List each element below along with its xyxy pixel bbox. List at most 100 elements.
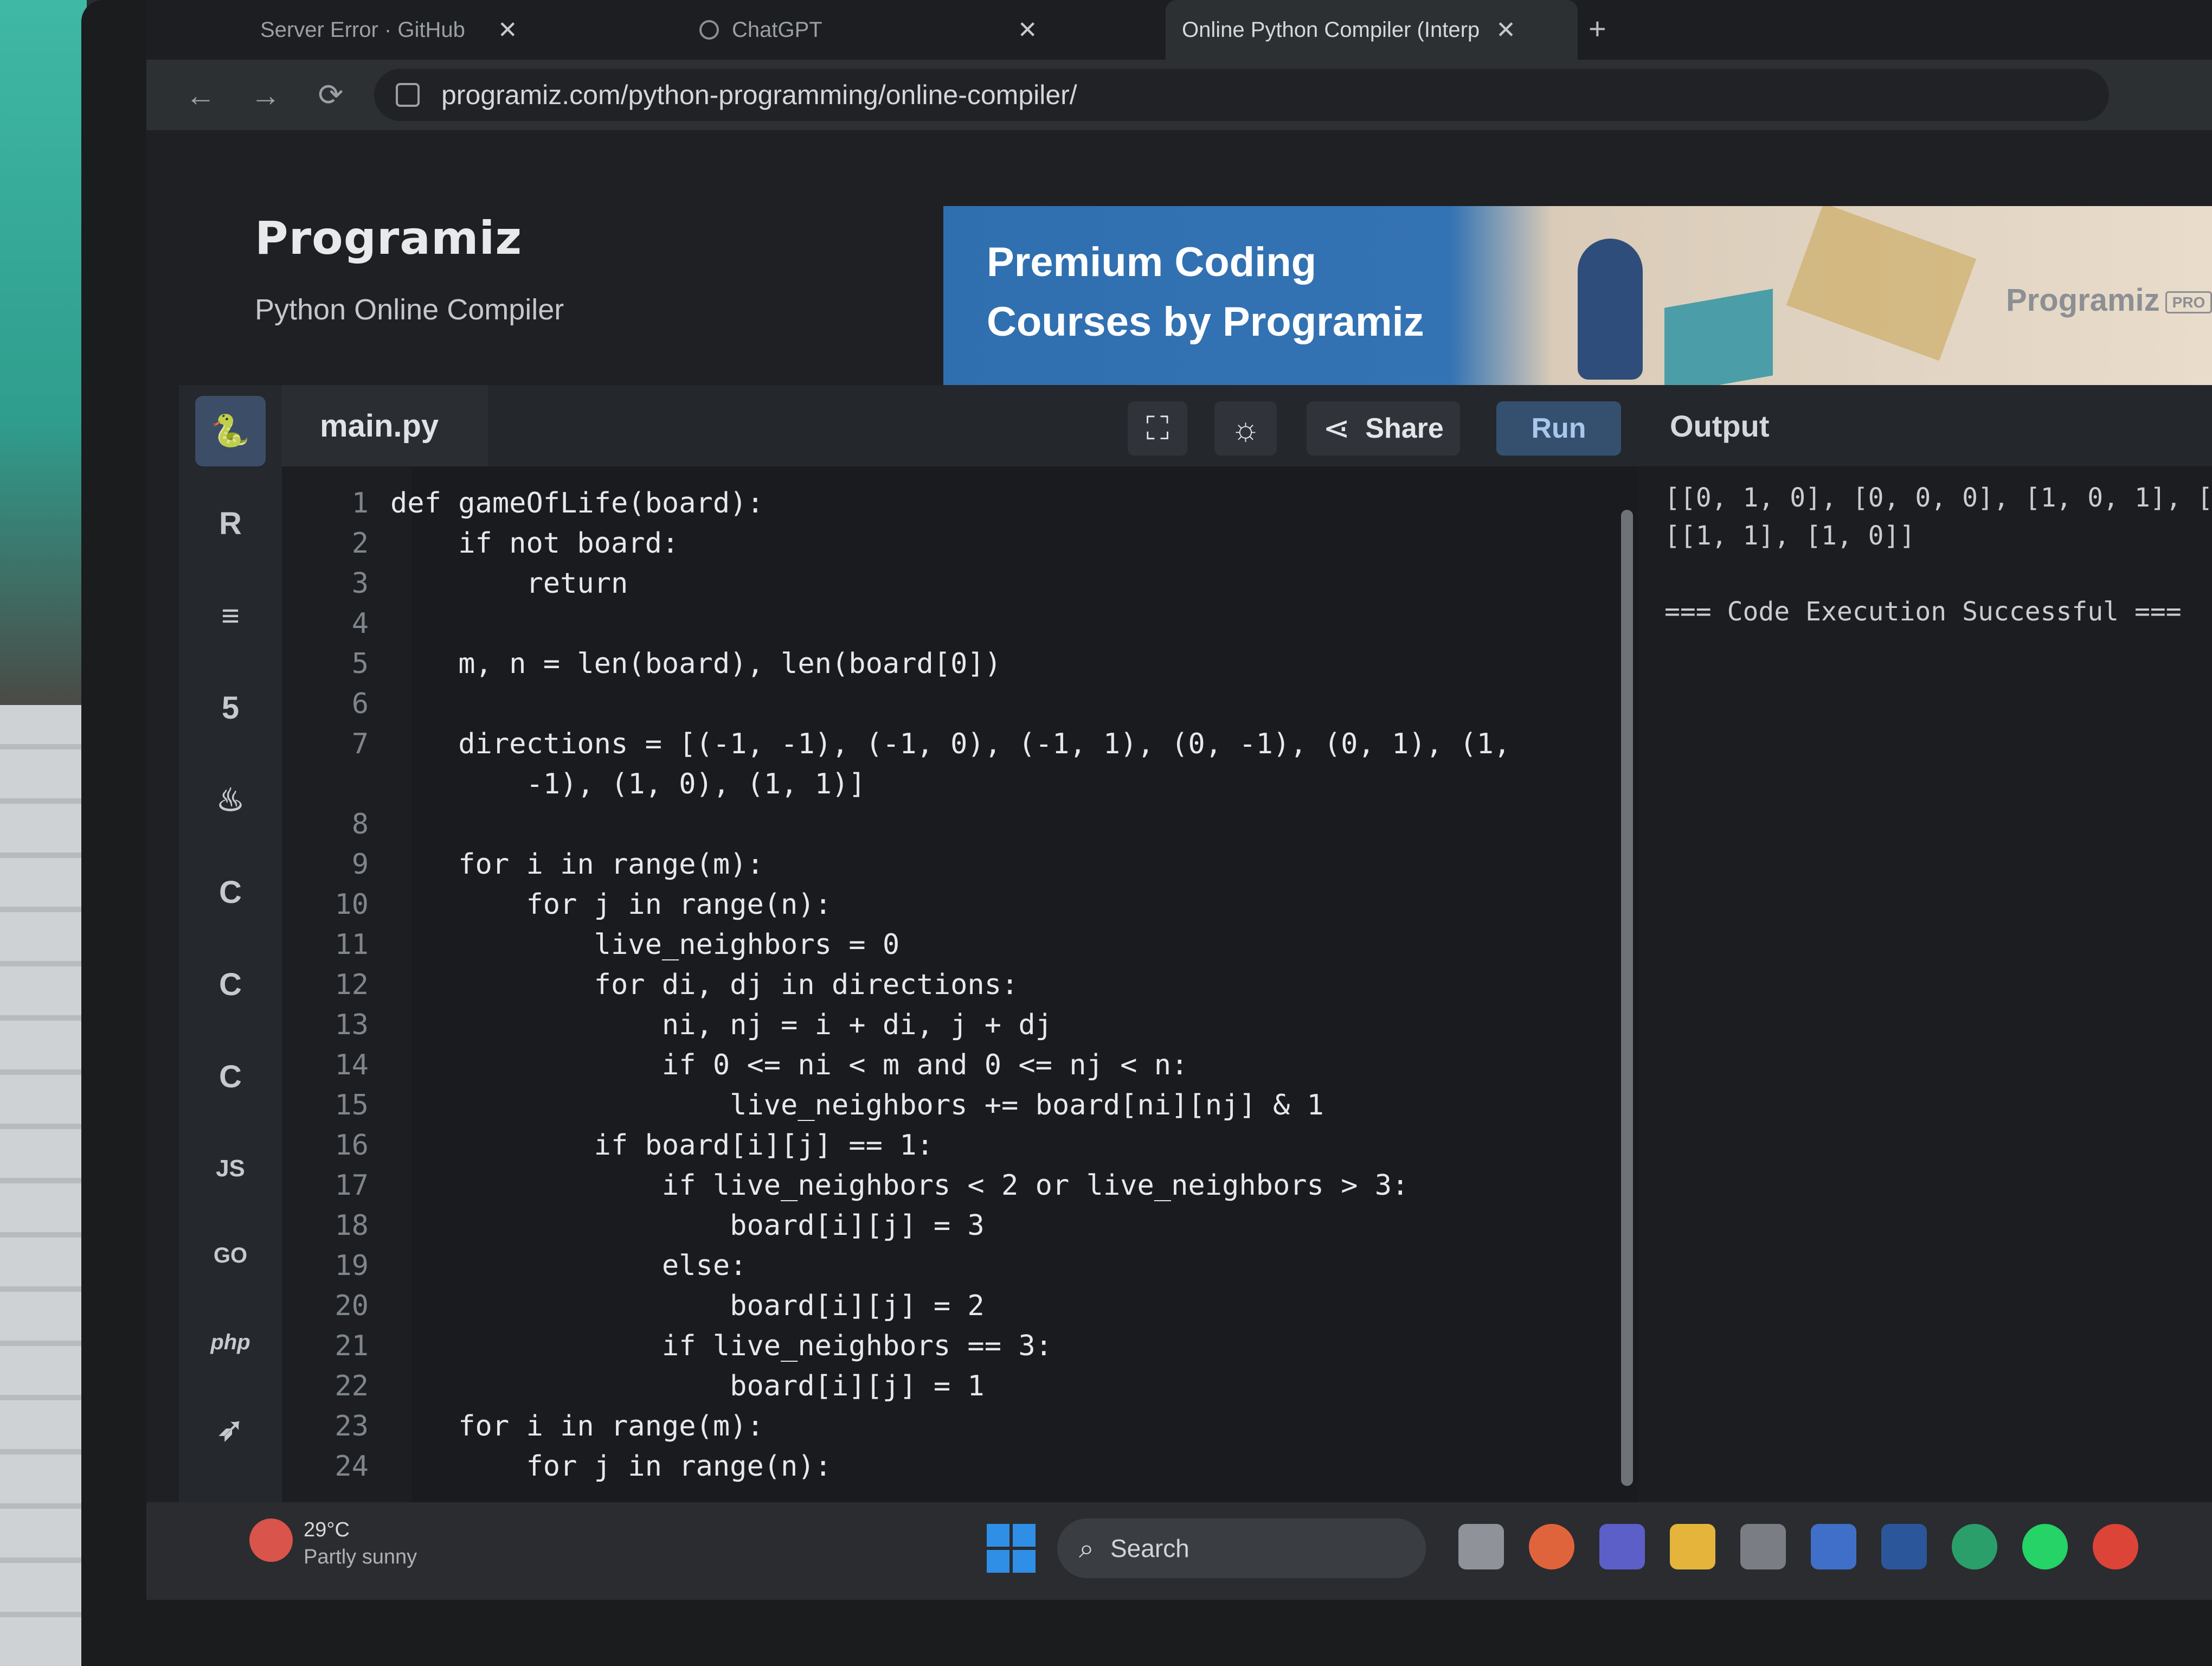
tab-programiz[interactable]: Online Python Compiler (Interp ✕ [1166, 0, 1578, 60]
language-java[interactable]: ♨ [195, 765, 266, 835]
code-text: for i in range(m): [390, 1410, 764, 1443]
ad-illustration-graduation [1786, 206, 1977, 361]
search-label: Search [1110, 1534, 1189, 1562]
line-number: 3 [351, 567, 369, 600]
line-number: 7 [351, 728, 369, 760]
output-status: === Code Execution Successful === [1664, 597, 2182, 627]
line-number: 20 [335, 1290, 369, 1322]
language-go[interactable]: GO [195, 1220, 266, 1291]
cpp-icon: C [219, 966, 242, 1002]
ad-pro-badge: PRO [2165, 291, 2212, 313]
page-content: Programiz Python Online Compiler Premium… [146, 130, 2212, 1518]
word-icon[interactable] [1881, 1524, 1927, 1569]
close-icon[interactable]: ✕ [1496, 16, 1516, 44]
taskbar-search[interactable]: ⌕ Search [1057, 1518, 1426, 1578]
app-l-icon[interactable] [1811, 1524, 1856, 1569]
line-number: 15 [335, 1089, 369, 1122]
tab-chatgpt[interactable]: ChatGPT ✕ [683, 0, 1054, 60]
forward-button[interactable]: → [233, 78, 298, 113]
code-line: 21 if live_neighbors == 3: [282, 1325, 1637, 1367]
run-button[interactable]: Run [1496, 401, 1621, 456]
code-line: 15 live_neighbors += board[ni][nj] & 1 [282, 1085, 1637, 1126]
chatgpt-icon [699, 20, 719, 40]
language-js[interactable]: JS [195, 1133, 266, 1204]
language-python[interactable]: 🐍 [195, 396, 266, 466]
line-number: 13 [335, 1009, 369, 1041]
background-person [0, 0, 87, 705]
share-label: Share [1365, 413, 1444, 444]
new-tab-button[interactable]: + [1589, 11, 1606, 46]
line-number: 16 [335, 1129, 369, 1162]
tab-github[interactable]: Server Error · GitHub ✕ [244, 0, 534, 60]
file-tab-main[interactable]: main.py [282, 385, 488, 466]
programiz-logo[interactable]: Programiz [255, 212, 522, 265]
fullscreen-button[interactable]: ⛶ [1128, 401, 1187, 456]
reload-button[interactable]: ⟳ [298, 77, 363, 113]
code-line: 22 board[i][j] = 1 [282, 1366, 1637, 1407]
output-console: [[0, 1, 0], [0, 0, 0], [1, 0, 1], [0, 0,… [1637, 466, 2212, 1518]
language-swift[interactable]: ➶ [195, 1394, 266, 1464]
whatsapp-icon[interactable] [2022, 1524, 2068, 1569]
line-number: 1 [351, 487, 369, 520]
code-text: if live_neighbors == 3: [390, 1330, 1052, 1362]
theme-toggle-button[interactable]: ☼ [1214, 401, 1277, 456]
language-sql[interactable]: ≡ [195, 580, 266, 651]
line-number: 5 [351, 648, 369, 680]
weather-temperature[interactable]: 29°C [304, 1518, 350, 1542]
back-button[interactable]: ← [168, 78, 233, 113]
language-cpp[interactable]: C [195, 949, 266, 1020]
search-icon: ⌕ [1079, 1533, 1094, 1564]
line-number: 14 [335, 1049, 369, 1081]
r-icon: R [219, 505, 242, 541]
ad-brand: Programiz PRO [2006, 282, 2212, 318]
code-text: if live_neighbors < 2 or live_neighbors … [390, 1169, 1409, 1202]
editor-scrollbar[interactable] [1621, 510, 1633, 1486]
code-editor[interactable]: 1 def gameOfLife(board): 2 if not board: 3 … [282, 466, 1637, 1518]
js-icon: JS [216, 1155, 245, 1182]
code-line: 8 [282, 804, 1637, 845]
ad-banner[interactable]: Premium Coding Courses by Programiz Prog… [943, 206, 2212, 385]
weather-description[interactable]: Partly sunny [304, 1546, 417, 1569]
close-icon[interactable]: ✕ [498, 16, 518, 44]
code-line: 19 else: [282, 1245, 1637, 1286]
code-line: 24 for j in range(n): [282, 1446, 1637, 1487]
code-text: else: [390, 1250, 747, 1282]
code-text: for j in range(n): [390, 1450, 832, 1483]
code-text: for j in range(n): [390, 888, 832, 921]
code-text: for di, dj in directions: [390, 969, 1019, 1001]
windows-start-icon[interactable] [987, 1524, 1036, 1573]
line-number: 12 [335, 969, 369, 1001]
fullscreen-icon: ⛶ [1146, 410, 1169, 446]
weather-icon[interactable] [249, 1518, 293, 1562]
line-number: 6 [351, 688, 369, 720]
code-line: 12 for di, dj in directions: [282, 964, 1637, 1005]
language-php[interactable]: php [195, 1307, 266, 1377]
language-csharp[interactable]: C [195, 1041, 266, 1112]
code-text: live_neighbors += board[ni][nj] & 1 [390, 1089, 1324, 1122]
teams-icon[interactable] [1599, 1524, 1645, 1569]
edge-icon[interactable] [1952, 1524, 1997, 1569]
language-r[interactable]: R [195, 488, 266, 559]
language-c[interactable]: C [195, 857, 266, 927]
line-number: 10 [335, 888, 369, 921]
site-info-icon[interactable] [396, 83, 420, 107]
address-bar[interactable]: programiz.com/python-programming/online-… [374, 69, 2109, 121]
file-explorer-icon[interactable] [1670, 1524, 1715, 1569]
code-text: return [390, 567, 628, 600]
c-icon: C [219, 874, 242, 910]
close-icon[interactable]: ✕ [1018, 16, 1038, 44]
copilot-icon[interactable] [1529, 1524, 1574, 1569]
ad-headline-1: Premium Coding [987, 239, 1317, 285]
swift-icon: ➶ [217, 1412, 244, 1447]
line-number: 19 [335, 1250, 369, 1282]
ad-illustration-books [1664, 289, 1773, 385]
chrome-icon[interactable] [2093, 1524, 2138, 1569]
page-subtitle: Python Online Compiler [255, 293, 564, 326]
language-html[interactable]: 5 [195, 672, 266, 743]
store-icon[interactable] [1740, 1524, 1786, 1569]
laptop-screen: Server Error · GitHub ✕ ChatGPT ✕ Online… [146, 0, 2212, 1600]
code-line: 17 if live_neighbors < 2 or live_neighbo… [282, 1165, 1637, 1206]
editor-toolbar: main.py ⛶ ☼ ⋖ Share Run [282, 385, 1637, 466]
task-view-icon[interactable] [1458, 1524, 1504, 1569]
share-button[interactable]: ⋖ Share [1307, 401, 1460, 456]
